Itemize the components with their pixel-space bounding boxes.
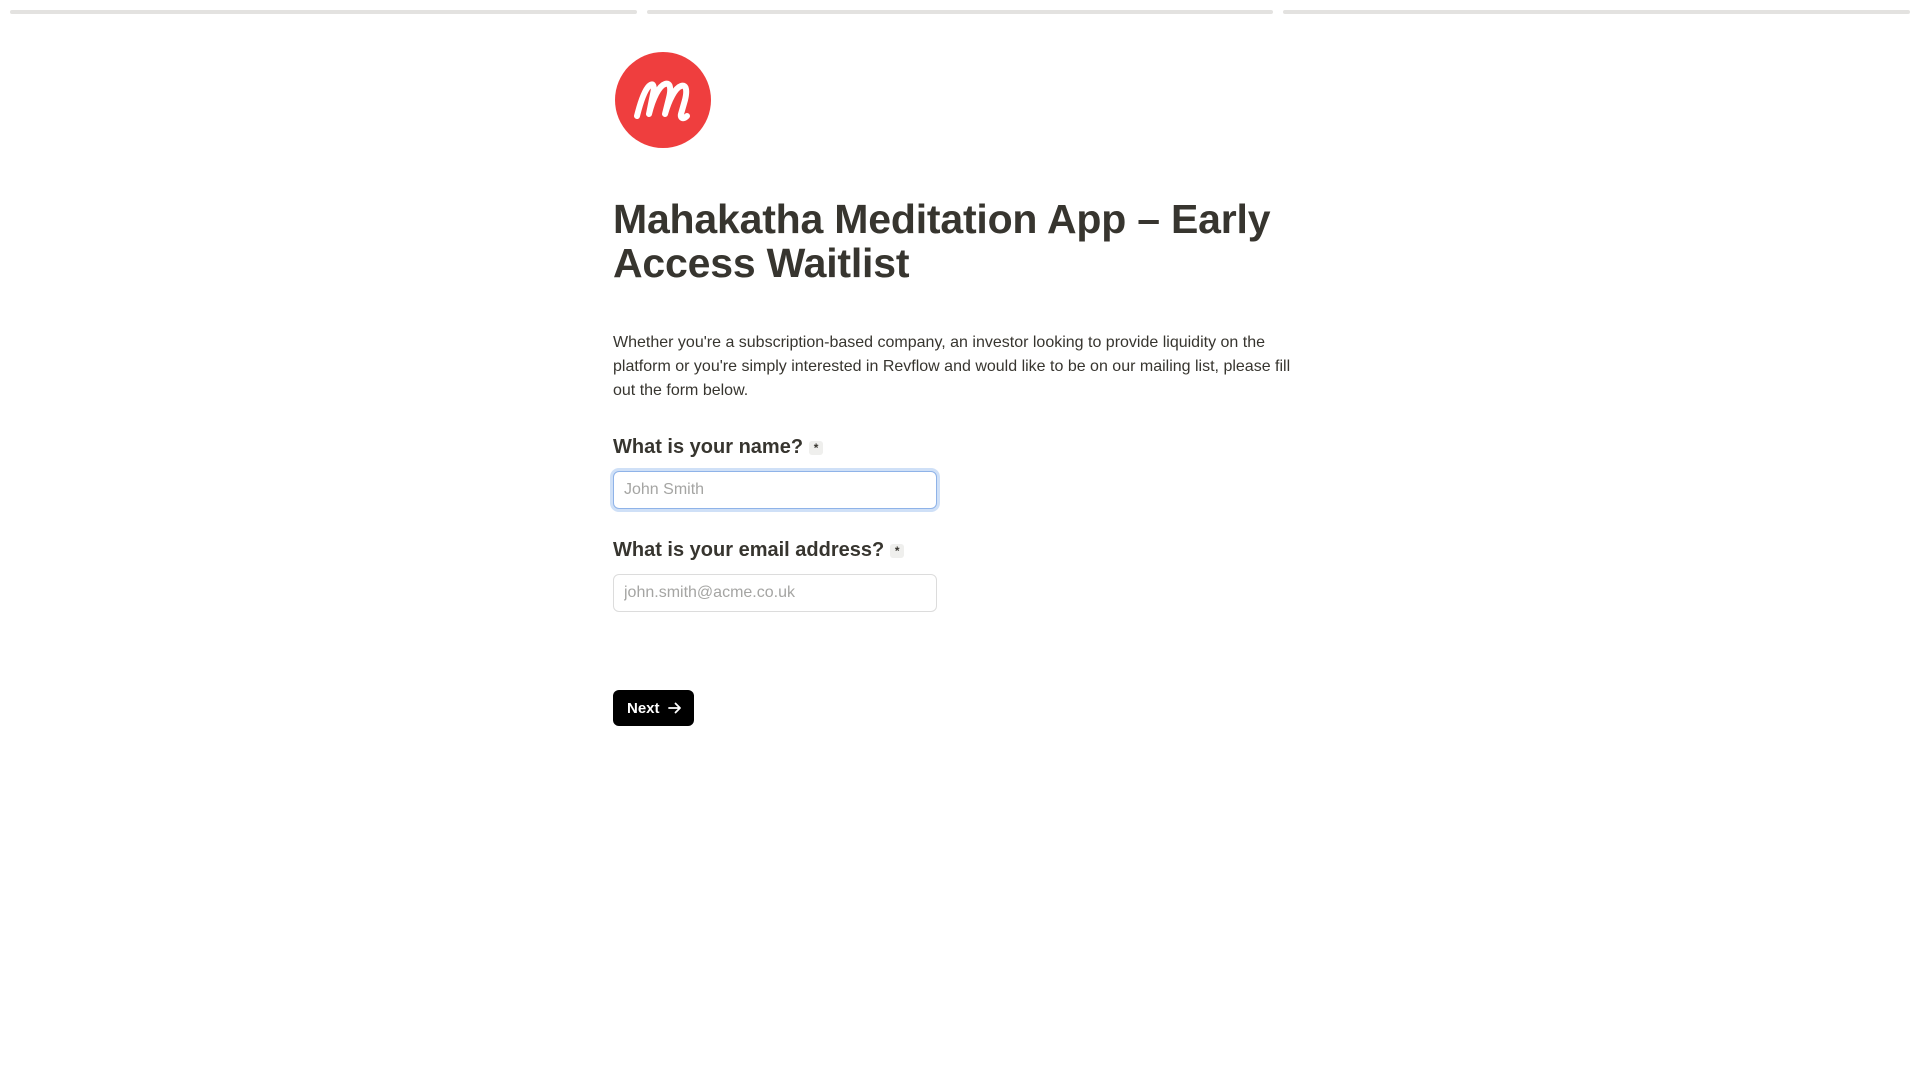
next-button-label: Next	[627, 699, 660, 717]
progress-segment-2	[646, 10, 1274, 14]
name-question-label: What is your name?	[613, 436, 804, 458]
name-question: What is your name? *	[613, 436, 1303, 459]
progress-segment-1	[10, 10, 637, 14]
required-asterisk: *	[809, 440, 824, 455]
progress-segment-3	[1283, 10, 1911, 14]
form-description: Whether you're a subscription-based comp…	[613, 334, 1291, 399]
name-input[interactable]	[613, 471, 937, 509]
email-question: What is your email address? *	[613, 539, 1303, 562]
form-container: Mahakatha Meditation App – Early Access …	[613, 52, 1303, 726]
page-title: Mahakatha Meditation App – Early Access …	[613, 196, 1271, 286]
progress-bar	[10, 10, 1911, 14]
mahakatha-logo-icon	[615, 52, 711, 148]
next-button[interactable]: Next	[613, 690, 694, 726]
email-input[interactable]	[613, 574, 937, 612]
arrow-right-icon	[667, 701, 682, 715]
email-question-label: What is your email address?	[613, 539, 885, 561]
required-asterisk: *	[890, 543, 905, 558]
